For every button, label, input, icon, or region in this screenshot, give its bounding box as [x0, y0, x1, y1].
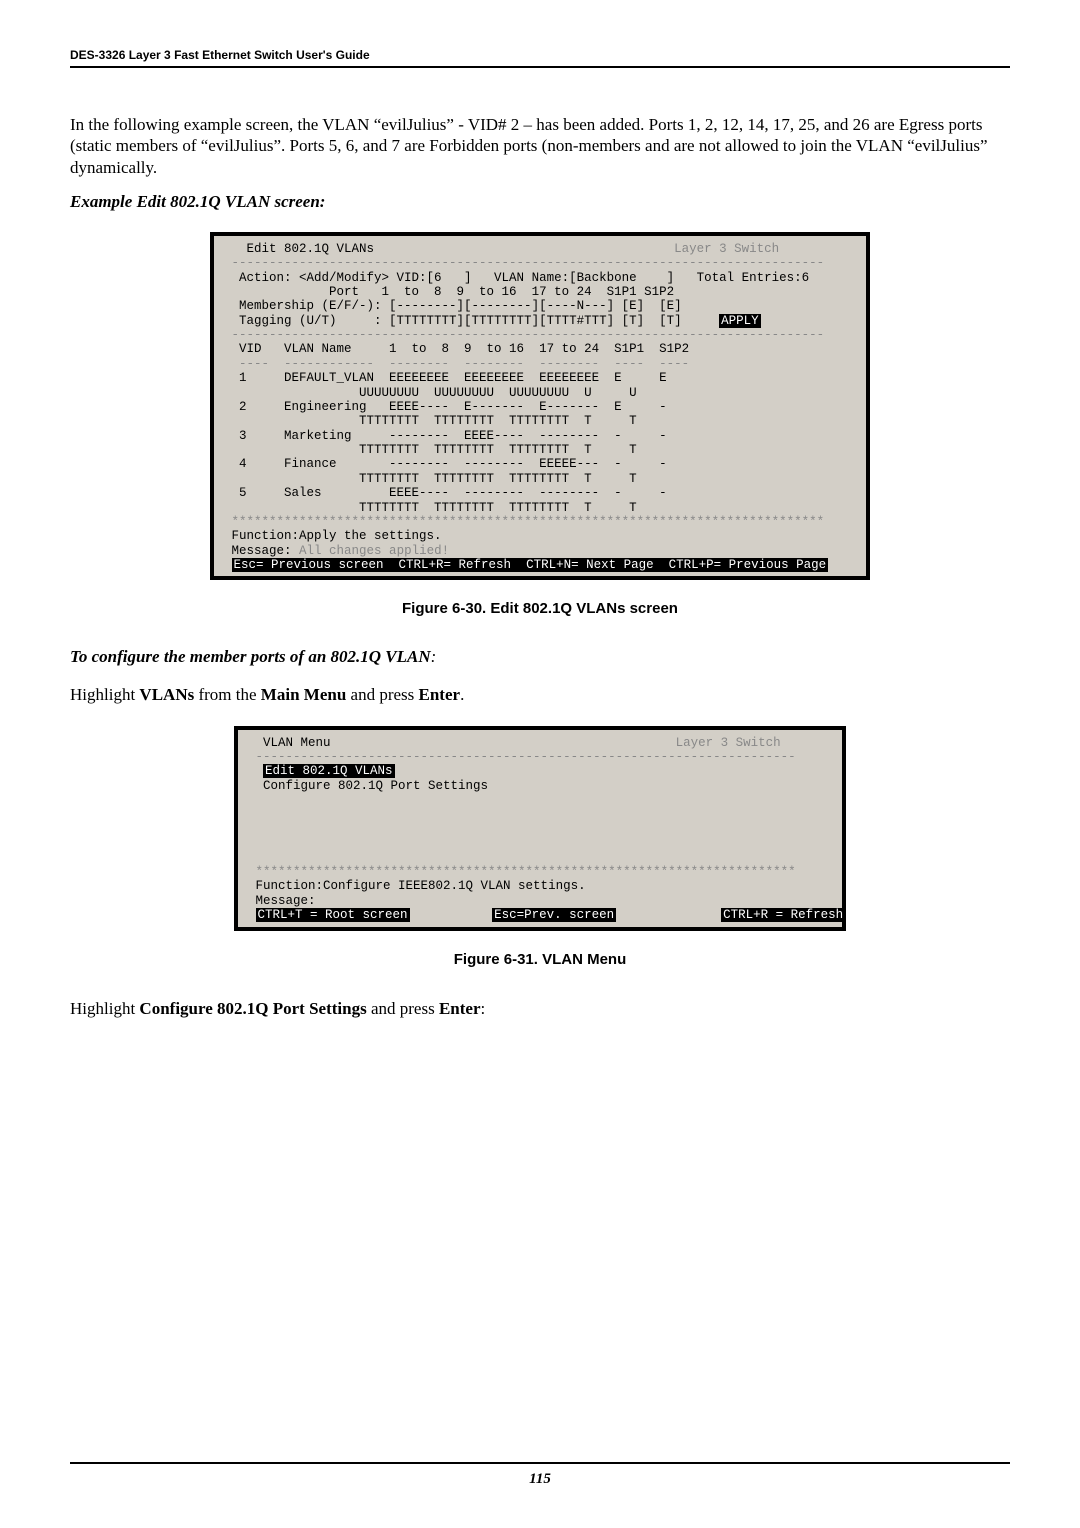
- example-heading-1: Example Edit 802.1Q VLAN screen:: [70, 192, 1010, 212]
- config-heading: To configure the member ports of an 802.…: [70, 647, 1010, 667]
- highlight-config-text: Highlight Configure 802.1Q Port Settings…: [70, 998, 1010, 1019]
- terminal-1: Edit 802.1Q VLANs Layer 3 Switch -------…: [210, 232, 870, 581]
- header-title: DES-3326 Layer 3 Fast Ethernet Switch Us…: [70, 48, 1010, 62]
- page-footer: 115: [70, 1454, 1010, 1488]
- figure-caption-1: Figure 6-30. Edit 802.1Q VLANs screen: [70, 600, 1010, 617]
- page-number: 115: [70, 1471, 1010, 1488]
- terminal-2: VLAN Menu Layer 3 Switch ---------------…: [234, 726, 846, 931]
- intro-paragraph: In the following example screen, the VLA…: [70, 114, 1010, 178]
- highlight-vlans-text: Highlight VLANs from the Main Menu and p…: [70, 684, 1010, 705]
- figure-caption-2: Figure 6-31. VLAN Menu: [70, 951, 1010, 968]
- header-rule: [70, 66, 1010, 68]
